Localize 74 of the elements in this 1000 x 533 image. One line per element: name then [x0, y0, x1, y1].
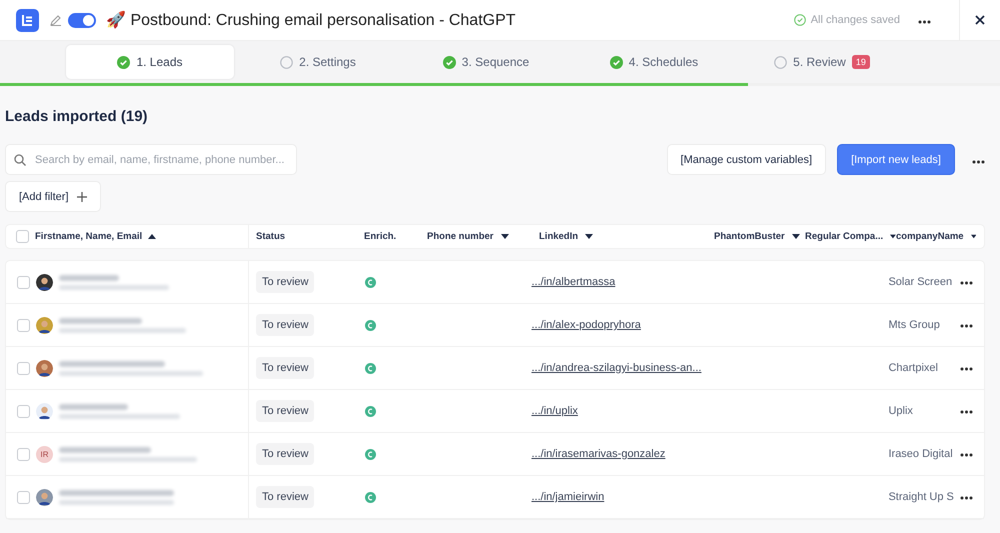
count-badge: 19 — [852, 55, 870, 69]
status-tag: To review — [256, 486, 314, 508]
more-icon[interactable] — [918, 20, 931, 24]
caret-icon[interactable] — [585, 234, 594, 239]
manage-variables-button[interactable]: [Manage custom variables] — [666, 144, 826, 175]
linkedin-link[interactable]: .../in/andrea-szilagyi-business-an... — [531, 362, 888, 374]
linkedin-link[interactable]: .../in/uplix — [531, 405, 888, 417]
plus-icon — [76, 192, 87, 202]
checkbox[interactable] — [17, 318, 30, 332]
column-header[interactable]: Regular Compa... — [805, 231, 884, 242]
toggle-switch[interactable] — [68, 12, 96, 28]
checkbox[interactable] — [17, 362, 30, 374]
checkbox[interactable] — [16, 230, 29, 243]
more-icon[interactable] — [972, 160, 985, 164]
checkbox[interactable] — [17, 448, 30, 460]
checkbox[interactable] — [17, 276, 30, 288]
enrich-icon — [365, 448, 376, 460]
checkbox[interactable] — [17, 490, 30, 504]
column-header[interactable]: PhantomBuster — [714, 231, 785, 242]
import-button[interactable]: [Import new leads] — [837, 144, 955, 175]
step-tab[interactable]: 4. Schedules — [570, 45, 738, 79]
column-header[interactable]: companyName — [896, 231, 964, 242]
company-name: Mts Group — [888, 319, 941, 331]
search-field[interactable]: Search by email, name, firstname, phone number... — [5, 144, 297, 175]
status-tag: To review — [256, 443, 314, 465]
enrich-icon — [365, 406, 376, 416]
status-tag: To review — [256, 357, 314, 379]
check-icon — [794, 14, 806, 26]
company-name: Solar Screen — [888, 276, 954, 288]
row-menu-icon[interactable] — [960, 367, 974, 371]
app-logo-icon[interactable] — [16, 8, 39, 32]
column-header[interactable]: Status — [256, 231, 286, 242]
caret-icon[interactable] — [792, 234, 800, 239]
company-name: Chartpixel — [888, 362, 939, 374]
step-tab[interactable]: 1. Leads — [66, 45, 234, 79]
step-tab[interactable]: 3. Sequence — [402, 45, 570, 79]
column-header[interactable]: Enrich. — [364, 231, 396, 242]
caret-icon[interactable] — [970, 234, 976, 239]
section-heading: Leads imported (19) — [5, 108, 149, 125]
column-header[interactable]: LinkedIn — [539, 231, 578, 242]
row-menu-icon[interactable] — [960, 453, 974, 457]
linkedin-link[interactable]: .../in/albertmassa — [531, 276, 888, 288]
enrich-icon — [365, 492, 376, 502]
linkedin-link[interactable]: .../in/jamieirwin — [531, 491, 888, 503]
status-tag: To review — [256, 271, 314, 293]
linkedin-link[interactable]: .../in/irasemarivas-gonzalez — [531, 448, 888, 460]
row-menu-icon[interactable] — [960, 496, 974, 500]
save-status: All changes saved — [810, 14, 900, 26]
caret-icon[interactable] — [500, 234, 509, 239]
caret-icon[interactable] — [890, 234, 896, 239]
row-menu-icon[interactable] — [960, 324, 974, 328]
company-name: Straight Up S — [888, 491, 955, 503]
enrich-icon — [365, 276, 376, 288]
enrich-icon — [365, 362, 376, 374]
linkedin-link[interactable]: .../in/alex-podopryhora — [531, 319, 888, 331]
company-name: Iraseo Digital — [888, 448, 954, 460]
enrich-icon — [365, 320, 376, 330]
status-tag: To review — [256, 400, 314, 422]
step-tab[interactable]: 2. Settings — [234, 45, 402, 79]
column-header[interactable]: Firstname, Name, Email — [35, 231, 142, 242]
status-tag: To review — [256, 314, 314, 336]
avatar-initials: IR — [36, 446, 53, 462]
checkbox[interactable] — [17, 404, 30, 418]
caret-icon[interactable] — [148, 234, 156, 239]
search-icon — [14, 154, 26, 166]
pencil-icon[interactable] — [50, 14, 62, 26]
row-menu-icon[interactable] — [960, 281, 974, 285]
step-tab[interactable]: 5. Review 19 — [738, 45, 906, 79]
row-menu-icon[interactable] — [960, 410, 974, 414]
column-header[interactable]: Phone number — [427, 231, 494, 242]
company-name: Uplix — [888, 405, 914, 417]
add-filter-button[interactable]: [Add filter] — [5, 181, 101, 212]
close-icon — [975, 15, 985, 25]
window-title: 🚀 Postbound: Crushing email personalisation - ChatGPT — [106, 10, 516, 30]
